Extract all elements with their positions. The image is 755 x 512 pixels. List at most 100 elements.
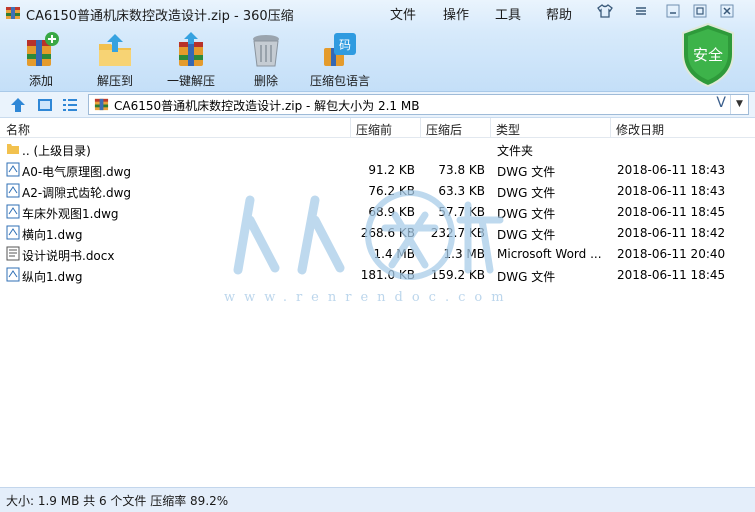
column-divider[interactable] — [420, 118, 421, 138]
status-bar: 大小: 1.9 MB 共 6 个文件 压缩率 89.2% — [0, 487, 755, 512]
archive-language-icon: 码 — [324, 33, 356, 66]
table-row[interactable]: A0-电气原理图.dwg 91.2 KB 73.8 KB DWG 文件 2018… — [0, 159, 755, 180]
file-name: A0-电气原理图.dwg — [22, 165, 132, 179]
column-header-name[interactable]: 名称 — [6, 121, 30, 138]
file-date: 2018-06-11 18:43 — [617, 163, 726, 177]
close-icon[interactable] — [718, 4, 736, 20]
dwg-file-icon — [6, 183, 20, 198]
file-packed-size: 57.7 KB — [438, 205, 485, 219]
shield-icon: 安全 — [682, 22, 734, 88]
table-row[interactable]: .. (上级目录) 文件夹 — [0, 138, 755, 159]
minimize-icon[interactable] — [664, 4, 682, 20]
file-size: 91.2 KB — [368, 163, 415, 177]
menu-help[interactable]: 帮助 — [546, 4, 572, 23]
svg-text:安全: 安全 — [693, 46, 723, 64]
file-date: 2018-06-11 20:40 — [617, 247, 726, 261]
file-size: 1.4 MB — [373, 247, 415, 261]
toolbar-label: 一键解压 — [166, 74, 215, 88]
table-row[interactable]: A2-调隙式齿轮.dwg 76.2 KB 63.3 KB DWG 文件 2018… — [0, 180, 755, 201]
file-name: 车床外观图1.dwg — [22, 207, 119, 221]
up-arrow-icon[interactable] — [9, 96, 27, 114]
file-list-header: 名称 压缩前 压缩后 类型 修改日期 — [0, 118, 755, 138]
zip-app-icon — [6, 7, 20, 19]
toolbar-delete-button[interactable]: 删除 — [231, 30, 301, 89]
column-header-type[interactable]: 类型 — [496, 121, 520, 138]
column-header-original-size[interactable]: 压缩前 — [356, 121, 392, 138]
table-row[interactable]: 车床外观图1.dwg 68.9 KB 57.7 KB DWG 文件 2018-0… — [0, 201, 755, 222]
column-header-packed-size[interactable]: 压缩后 — [426, 121, 462, 138]
file-name: 横向1.dwg — [22, 228, 83, 242]
menu-tools[interactable]: 工具 — [495, 4, 521, 23]
title-bar: CA6150普通机床数控改造设计.zip - 360压缩 文件 操作 工具 帮助 — [0, 0, 755, 26]
file-name: 设计说明书.docx — [22, 249, 115, 263]
top-chrome: CA6150普通机床数控改造设计.zip - 360压缩 文件 操作 工具 帮助… — [0, 0, 755, 92]
file-size: 181.0 KB — [360, 268, 415, 282]
column-divider[interactable] — [490, 118, 491, 138]
toolbar-archive-language-button[interactable]: 码 压缩包语言 — [305, 30, 375, 89]
file-size: 68.9 KB — [368, 205, 415, 219]
address-dropdown-icon[interactable]: ▼ — [730, 95, 748, 114]
file-size: 268.6 KB — [360, 226, 415, 240]
settings-icon[interactable] — [632, 4, 650, 20]
toolbar-label: 删除 — [253, 74, 278, 88]
table-row[interactable]: 横向1.dwg 268.6 KB 232.7 KB DWG 文件 2018-06… — [0, 222, 755, 243]
file-name: 纵向1.dwg — [22, 270, 83, 284]
toolbar-extract-to-button[interactable]: 解压到 — [80, 30, 150, 89]
file-packed-size: 73.8 KB — [438, 163, 485, 177]
folder-icon — [7, 144, 19, 154]
address-path: CA6150普通机床数控改造设计.zip - 解包大小为 2.1 MB — [114, 99, 420, 113]
skin-shirt-icon[interactable] — [596, 4, 614, 20]
toolbar-one-click-extract-button[interactable]: 一键解压 — [156, 30, 226, 89]
file-type: 文件夹 — [497, 144, 534, 158]
status-text: 大小: 1.9 MB 共 6 个文件 压缩率 89.2% — [6, 494, 229, 508]
table-row[interactable]: 纵向1.dwg 181.0 KB 159.2 KB DWG 文件 2018-06… — [0, 264, 755, 285]
maximize-icon[interactable] — [691, 4, 709, 20]
file-name: A2-调隙式齿轮.dwg — [22, 186, 132, 200]
file-date: 2018-06-11 18:45 — [617, 268, 726, 282]
file-date: 2018-06-11 18:45 — [617, 205, 726, 219]
column-divider[interactable] — [350, 118, 351, 138]
file-date: 2018-06-11 18:42 — [617, 226, 726, 240]
file-name: .. (上级目录) — [22, 144, 91, 158]
menu-operation[interactable]: 操作 — [443, 4, 469, 23]
security-shield-badge[interactable]: 安全 — [680, 22, 736, 88]
column-header-modified-date[interactable]: 修改日期 — [616, 121, 664, 138]
add-archive-icon — [27, 32, 59, 66]
list-view-icon[interactable] — [61, 96, 79, 114]
dwg-file-icon — [6, 225, 20, 240]
file-packed-size: 1.3 MB — [443, 247, 485, 261]
file-type: DWG 文件 — [497, 165, 556, 179]
watermark-url: www.renrendoc.com — [224, 290, 513, 305]
column-divider[interactable] — [610, 118, 611, 138]
dwg-file-icon — [6, 204, 20, 219]
menu-file[interactable]: 文件 — [390, 4, 416, 23]
file-type: DWG 文件 — [497, 186, 556, 200]
toolbar-label: 压缩包语言 — [309, 74, 370, 88]
vv-toggle[interactable]: V — [716, 95, 726, 111]
file-type: DWG 文件 — [497, 207, 556, 221]
toolbar-add-button[interactable]: 添加 — [6, 30, 76, 89]
file-type: DWG 文件 — [497, 270, 556, 284]
zip-file-icon — [94, 98, 109, 111]
svg-text:码: 码 — [339, 38, 351, 52]
file-packed-size: 63.3 KB — [438, 184, 485, 198]
toolbar-label: 添加 — [28, 74, 53, 88]
table-row[interactable]: 设计说明书.docx 1.4 MB 1.3 MB Microsoft Word … — [0, 243, 755, 264]
file-size: 76.2 KB — [368, 184, 415, 198]
dwg-file-icon — [6, 267, 20, 282]
one-click-extract-icon — [179, 32, 203, 66]
file-packed-size: 159.2 KB — [430, 268, 485, 282]
delete-trash-icon — [253, 35, 279, 67]
address-bar-row: CA6150普通机床数控改造设计.zip - 解包大小为 2.1 MB V ▼ — [0, 92, 755, 118]
dwg-file-icon — [6, 162, 20, 177]
file-type: Microsoft Word ... — [497, 247, 602, 261]
address-field[interactable]: CA6150普通机床数控改造设计.zip - 解包大小为 2.1 MB V ▼ — [88, 94, 749, 115]
file-packed-size: 232.7 KB — [430, 226, 485, 240]
extract-to-icon — [99, 34, 131, 66]
file-date: 2018-06-11 18:43 — [617, 184, 726, 198]
docx-file-icon — [6, 246, 20, 261]
toolbar-label: 解压到 — [96, 74, 133, 88]
window-title: CA6150普通机床数控改造设计.zip - 360压缩 — [26, 9, 294, 24]
file-type: DWG 文件 — [497, 228, 556, 242]
thumbnail-view-icon[interactable] — [36, 96, 54, 114]
